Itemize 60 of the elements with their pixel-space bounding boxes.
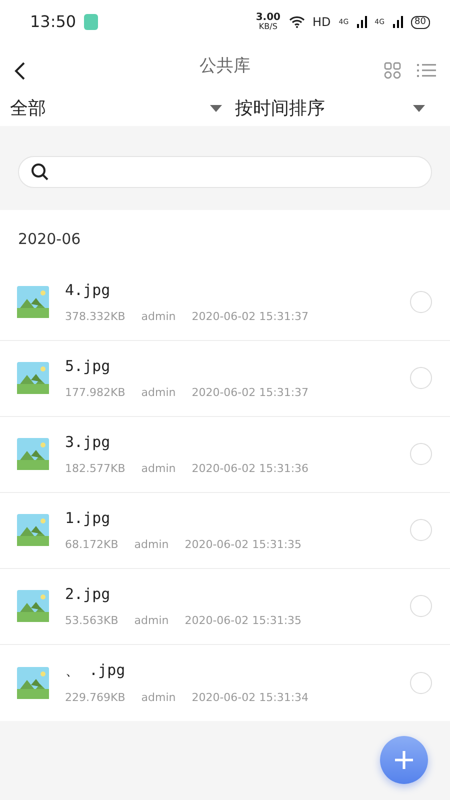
- file-owner: admin: [134, 613, 169, 629]
- select-radio[interactable]: [410, 367, 432, 389]
- select-radio[interactable]: [410, 672, 432, 694]
- file-date: 2020-06-02 15:31:36: [192, 461, 309, 477]
- wifi-icon: [288, 16, 304, 28]
- signal-icon: [356, 16, 367, 28]
- file-row[interactable]: 1.jpg 68.172KB admin 2020-06-02 15:31:35: [0, 492, 450, 568]
- select-radio[interactable]: [410, 519, 432, 541]
- hd-label: HD: [312, 14, 331, 31]
- network-speed: 3.00: [256, 13, 280, 23]
- file-owner: admin: [134, 537, 169, 553]
- add-button[interactable]: [380, 736, 428, 784]
- list-view-icon[interactable]: [417, 63, 436, 78]
- image-file-icon: [17, 362, 49, 394]
- image-file-icon: [17, 286, 49, 318]
- filter-dropdown[interactable]: 按时间排序: [235, 94, 425, 122]
- file-size: 378.332KB: [65, 309, 126, 325]
- file-name: 3.jpg: [65, 432, 112, 452]
- file-size: 177.982KB: [65, 385, 126, 401]
- file-date: 2020-06-02 15:31:34: [192, 690, 309, 706]
- select-radio[interactable]: [410, 291, 432, 313]
- file-row[interactable]: 3.jpg 182.577KB admin 2020-06-02 15:31:36: [0, 416, 450, 492]
- search-field[interactable]: [18, 156, 432, 188]
- file-row[interactable]: 2.jpg 53.563KB admin 2020-06-02 15:31:35: [0, 568, 450, 644]
- grid-view-icon[interactable]: [384, 62, 401, 79]
- file-size: 229.769KB: [65, 690, 126, 706]
- clock: 13:50: [30, 11, 76, 33]
- plus-icon: [394, 750, 414, 770]
- select-radio[interactable]: [410, 595, 432, 617]
- image-file-icon: [17, 666, 49, 698]
- file-owner: admin: [141, 461, 176, 477]
- select-radio[interactable]: [410, 443, 432, 465]
- file-name: 、 .jpg: [65, 660, 126, 681]
- file-owner: admin: [141, 385, 176, 401]
- file-row[interactable]: 、 .jpg 229.769KB admin 2020-06-02 15:31:34: [0, 644, 450, 720]
- file-name: 5.jpg: [65, 356, 112, 376]
- file-date: 2020-06-02 15:31:35: [184, 537, 302, 553]
- file-row[interactable]: 5.jpg 177.982KB admin 2020-06-02 15:31:37: [0, 340, 450, 416]
- file-owner: admin: [141, 309, 176, 325]
- file-name: 1.jpg: [65, 508, 112, 528]
- section-heading: 2020-06: [17, 229, 82, 250]
- image-file-icon: [17, 438, 49, 470]
- image-file-icon: [17, 590, 49, 622]
- speed-unit: KB/S: [258, 23, 278, 31]
- filter-dropdown[interactable]: 全部: [10, 94, 222, 122]
- page-title: 公共库: [200, 55, 250, 78]
- file-size: 182.577KB: [65, 461, 126, 477]
- file-name: 2.jpg: [65, 584, 112, 604]
- signal-icon: [392, 16, 403, 28]
- search-icon: [31, 163, 49, 181]
- file-date: 2020-06-02 15:31:37: [192, 385, 309, 401]
- file-row[interactable]: 4.jpg 378.332KB admin 2020-06-02 15:31:37: [0, 264, 450, 340]
- image-file-icon: [17, 514, 49, 546]
- file-owner: admin: [141, 690, 176, 706]
- file-date: 2020-06-02 15:31:35: [184, 613, 302, 629]
- file-size: 53.563KB: [65, 613, 118, 629]
- file-size: 68.172KB: [65, 537, 118, 553]
- file-date: 2020-06-02 15:31:37: [192, 309, 309, 325]
- file-name: 4.jpg: [65, 280, 112, 300]
- battery-level: 80: [410, 16, 430, 28]
